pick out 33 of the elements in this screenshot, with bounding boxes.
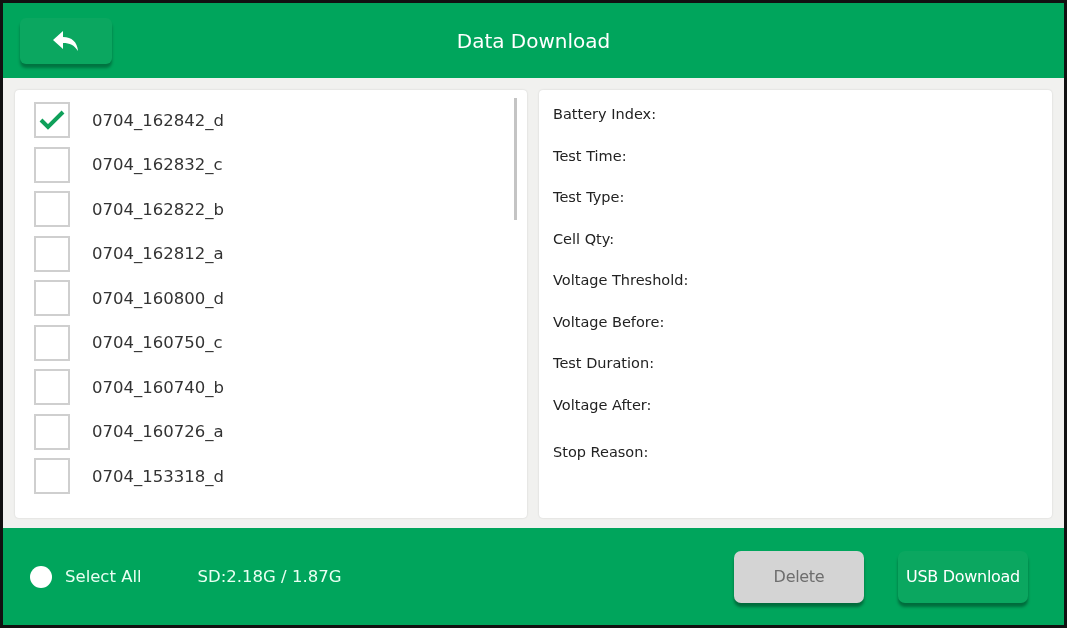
file-name[interactable]: 0704_162822_b	[92, 199, 224, 219]
file-name[interactable]: 0704_160750_c	[92, 333, 223, 353]
checkbox[interactable]	[34, 369, 70, 406]
detail-label: Test Type:	[553, 189, 626, 207]
checkbox[interactable]	[34, 191, 70, 228]
checkbox[interactable]	[34, 324, 70, 361]
file-name[interactable]: 0704_162832_c	[92, 155, 223, 175]
file-name[interactable]: 0704_160740_b	[92, 377, 224, 397]
file-name[interactable]: 0704_162812_a	[92, 244, 224, 264]
detail-label: Cell Qty:	[553, 230, 616, 249]
checkbox[interactable]	[34, 280, 70, 317]
detail-label: Voltage Threshold:	[553, 272, 690, 290]
detail-label: Voltage Before:	[553, 313, 666, 332]
checkbox[interactable]	[34, 458, 70, 495]
back-arrow-icon	[52, 28, 80, 53]
checkbox[interactable]	[34, 146, 70, 183]
detail-label: Battery Index:	[553, 106, 658, 124]
checkbox[interactable]	[34, 235, 70, 272]
checkbox[interactable]	[34, 102, 70, 139]
file-name[interactable]: 0704_162842_d	[92, 110, 224, 130]
window-title: Data Download	[456, 28, 611, 53]
storage-info: SD:2.18G / 1.87G	[197, 567, 342, 586]
detail-label: Test Time:	[553, 147, 628, 166]
checkbox[interactable]	[34, 413, 70, 450]
back-button[interactable]	[20, 17, 112, 64]
detail-label: Voltage After:	[553, 396, 653, 415]
file-name[interactable]: 0704_153318_d	[92, 466, 224, 486]
file-name[interactable]: 0704_160726_a	[92, 422, 224, 442]
file-name[interactable]: 0704_160800_d	[92, 288, 224, 308]
detail-label: Test Duration:	[553, 355, 656, 373]
select-all-radio[interactable]	[30, 565, 52, 588]
detail-label: Stop Reason:	[553, 444, 650, 462]
scrollbar[interactable]	[514, 98, 517, 220]
